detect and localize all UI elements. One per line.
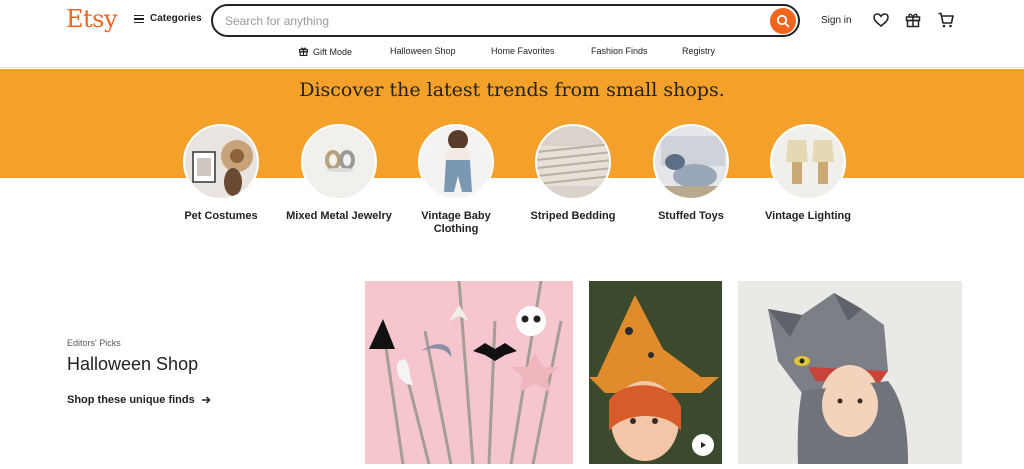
subnav-label: Gift Mode bbox=[313, 46, 353, 57]
subnav-halloween-shop[interactable]: Halloween Shop bbox=[390, 46, 456, 56]
category-image bbox=[301, 124, 377, 200]
category-striped-bedding[interactable]: Striped Bedding bbox=[518, 124, 628, 223]
category-label: Stuffed Toys bbox=[658, 210, 724, 222]
wolf-costume-image bbox=[738, 281, 962, 464]
category-pet-costumes[interactable]: Pet Costumes bbox=[166, 124, 276, 223]
menu-icon bbox=[134, 14, 144, 24]
sign-in-link[interactable]: Sign in bbox=[821, 15, 852, 26]
category-mixed-metal-jewelry[interactable]: Mixed Metal Jewelry bbox=[284, 124, 394, 223]
sub-navigation: Gift Mode Halloween Shop Home Favorites … bbox=[0, 44, 1024, 62]
category-stuffed-toys[interactable]: Stuffed Toys bbox=[636, 124, 746, 223]
category-vintage-baby-clothing[interactable]: Vintage Baby Clothing bbox=[401, 124, 511, 236]
arrow-right-icon bbox=[201, 396, 211, 404]
subnav-fashion-finds[interactable]: Fashion Finds bbox=[591, 46, 648, 56]
search-button[interactable] bbox=[770, 8, 796, 34]
category-label: Vintage Baby Clothing bbox=[421, 210, 491, 235]
category-image bbox=[535, 124, 611, 200]
category-label: Mixed Metal Jewelry bbox=[286, 210, 392, 222]
gift-icon bbox=[298, 47, 309, 57]
heart-icon[interactable] bbox=[872, 11, 890, 29]
shop-unique-finds-label: Shop these unique finds bbox=[67, 394, 195, 406]
categories-label: Categories bbox=[150, 13, 202, 24]
search-icon bbox=[776, 14, 790, 28]
category-label: Striped Bedding bbox=[530, 210, 616, 222]
editors-picks-kicker: Editors' Picks bbox=[67, 338, 121, 348]
shop-unique-finds-link[interactable]: Shop these unique finds bbox=[67, 394, 211, 406]
gift-icon[interactable] bbox=[904, 11, 922, 29]
straws-image bbox=[369, 281, 563, 464]
category-image bbox=[418, 124, 494, 200]
search-bar bbox=[211, 4, 800, 37]
editors-picks-title: Halloween Shop bbox=[67, 354, 199, 374]
subnav-gift-mode[interactable]: Gift Mode bbox=[298, 46, 352, 57]
category-image bbox=[183, 124, 259, 200]
cart-icon[interactable] bbox=[937, 11, 955, 29]
product-tile-halloween-straws[interactable] bbox=[365, 281, 573, 464]
site-header: Etsy Categories Sign in bbox=[0, 0, 1024, 68]
banner-title: Discover the latest trends from small sh… bbox=[299, 79, 725, 101]
play-icon bbox=[701, 442, 706, 448]
category-label: Pet Costumes bbox=[184, 210, 258, 222]
category-label: Vintage Lighting bbox=[765, 210, 851, 222]
play-video-button[interactable] bbox=[692, 434, 714, 456]
category-vintage-lighting[interactable]: Vintage Lighting bbox=[753, 124, 863, 223]
product-tile-wolf-costume[interactable] bbox=[738, 281, 962, 464]
category-image bbox=[653, 124, 729, 200]
category-image bbox=[770, 124, 846, 200]
etsy-logo[interactable]: Etsy bbox=[66, 5, 118, 33]
subnav-home-favorites[interactable]: Home Favorites bbox=[491, 46, 555, 56]
search-input[interactable] bbox=[225, 12, 755, 30]
categories-button[interactable]: Categories bbox=[134, 13, 202, 24]
product-tile-witch-hat[interactable] bbox=[589, 281, 722, 464]
subnav-registry[interactable]: Registry bbox=[682, 46, 715, 56]
